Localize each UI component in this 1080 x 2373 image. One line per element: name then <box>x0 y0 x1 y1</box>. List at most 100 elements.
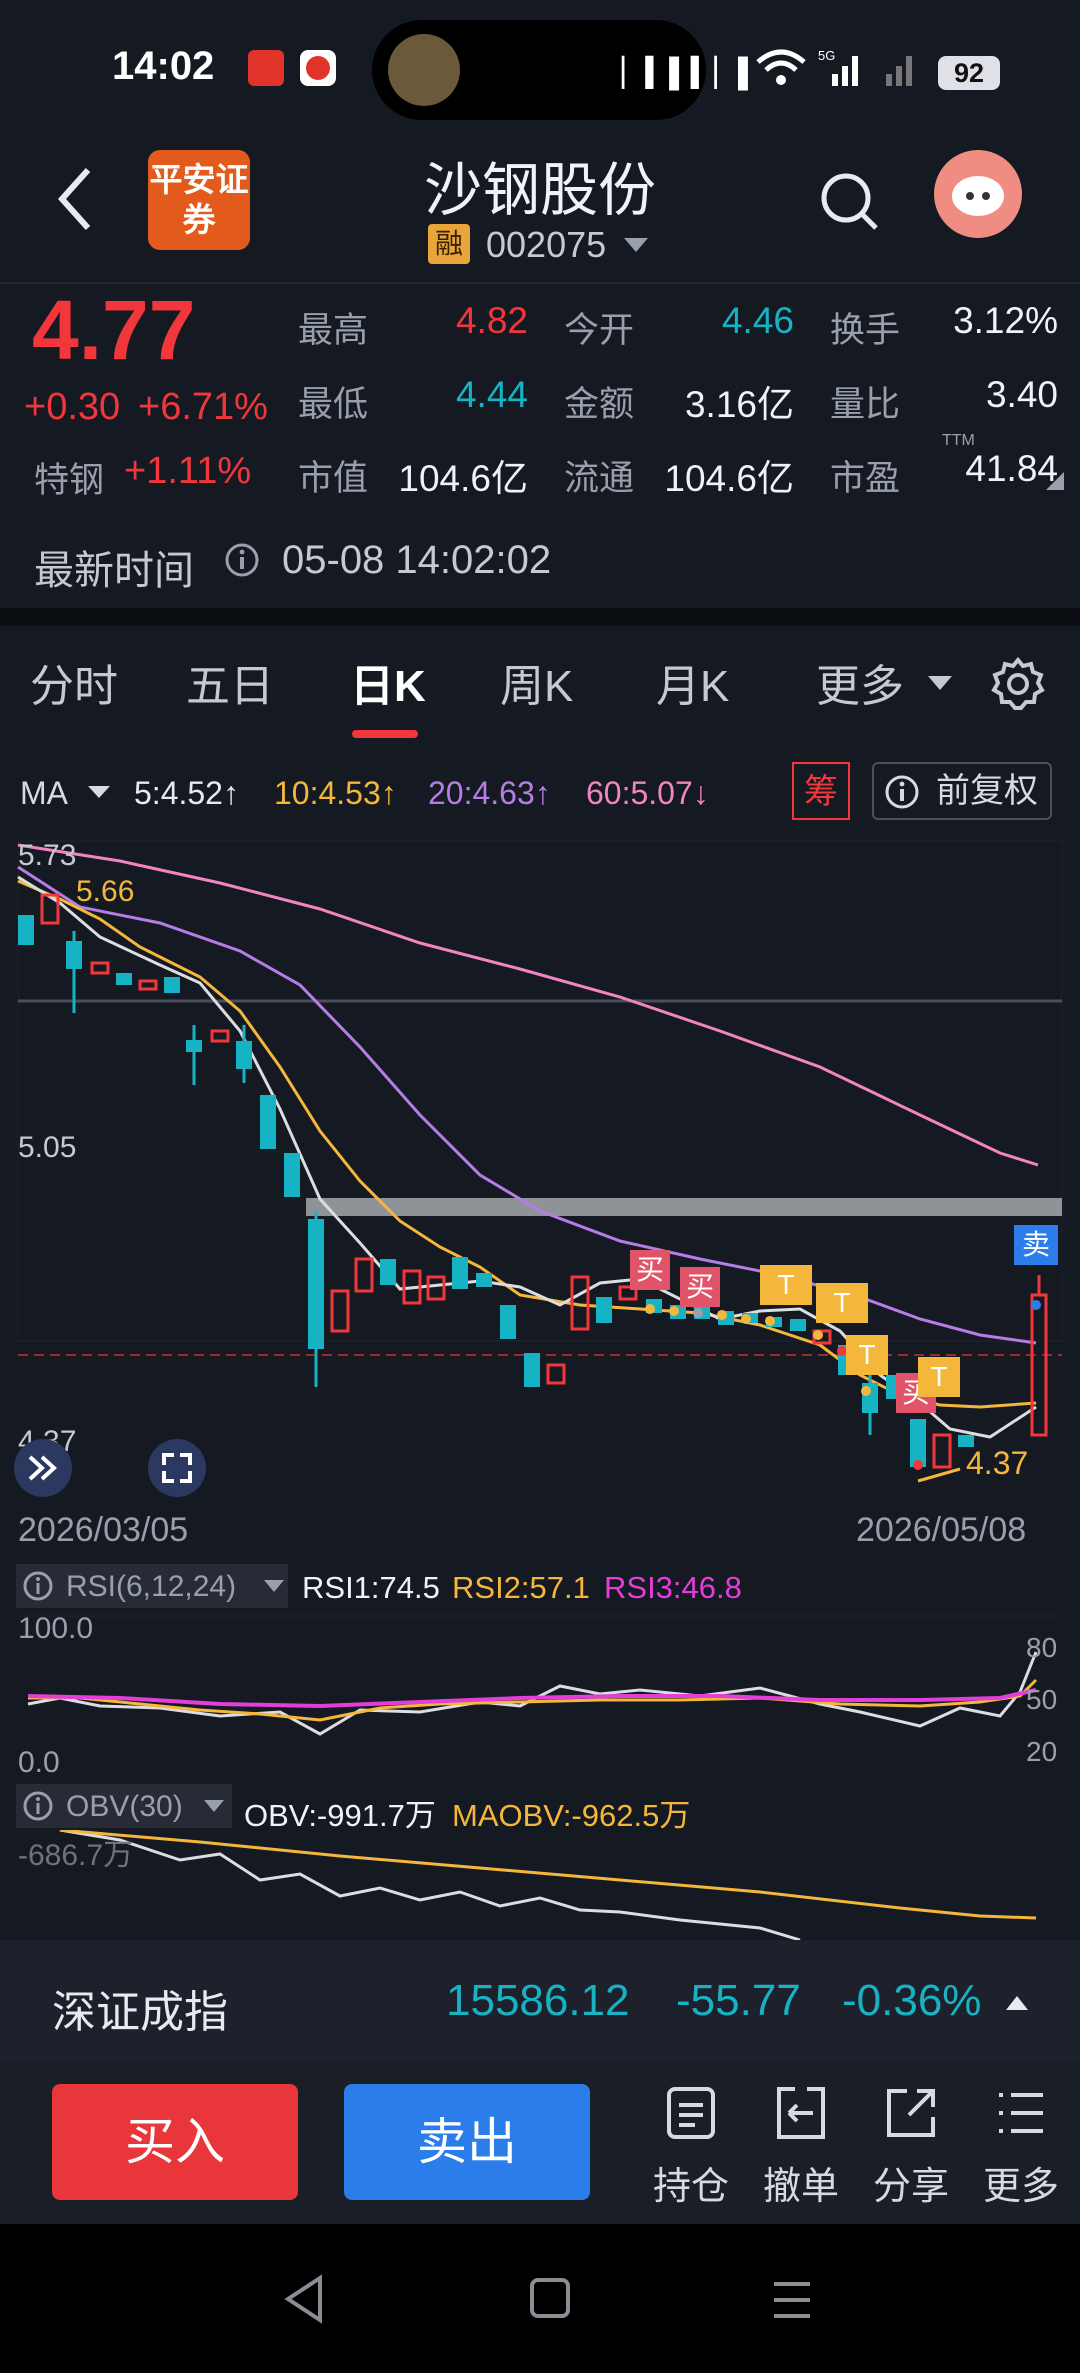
tab-intraday[interactable]: 分时 <box>30 650 118 714</box>
bank-app-icon <box>248 50 284 86</box>
clock: 14:02 <box>112 44 215 88</box>
buy-button[interactable]: 买入 <box>52 2084 298 2200</box>
fullscreen-icon[interactable] <box>148 1439 206 1497</box>
share-button[interactable]: 分享 <box>866 2085 956 2210</box>
code-dropdown-icon[interactable] <box>622 236 650 259</box>
t-signal-tag[interactable]: T <box>760 1265 812 1305</box>
rsi-level-50: 50 <box>1026 1684 1058 1715</box>
holdings-label: 持仓 <box>652 2166 729 2208</box>
quote-label: 最低 <box>298 385 369 424</box>
network-label: 5G <box>818 48 835 63</box>
quote-label: 市值 <box>298 459 369 498</box>
quote-label: 换手 <box>830 311 901 350</box>
quote-label: 流通 <box>564 459 635 498</box>
quote-label: 金额 <box>564 385 635 424</box>
settings-gear-icon[interactable] <box>990 656 1046 717</box>
signal-sim2-icon <box>878 48 922 93</box>
nav-home-icon[interactable] <box>528 2276 572 2325</box>
quote-label: 量比 <box>830 385 901 424</box>
rsi3-value: RSI3:46.8 <box>604 1570 742 1605</box>
rsi-level-80: 80 <box>1026 1632 1058 1663</box>
latest-time: 05-08 14:02:02 <box>282 538 552 582</box>
adjust-info-icon <box>884 774 920 815</box>
sell-button[interactable]: 卖出 <box>344 2084 590 2200</box>
share-label: 分享 <box>872 2166 949 2208</box>
status-bar: 14:02 ▏▍▌▍▏▌ 5G 92 <box>0 0 1080 140</box>
quote-grid: 最高 4.82 今开 4.46 换手 3.12% 最低 4.44 金额 3.16… <box>298 300 1068 500</box>
quote-value: 104.6亿 <box>664 458 794 499</box>
date-end: 2026/05/08 <box>856 1511 1027 1549</box>
collapse-sidebar-icon[interactable] <box>14 1439 72 1497</box>
more-actions-button[interactable]: 更多 <box>976 2085 1066 2210</box>
rsi1-value: RSI1:74.5 <box>302 1570 440 1605</box>
dynamic-island: ▏▍▌▍▏▌ <box>372 20 758 120</box>
rsi-info-icon <box>22 1570 54 1607</box>
video-app-icon <box>300 50 336 86</box>
stock-code[interactable]: 002075 <box>486 224 606 266</box>
info-icon[interactable] <box>224 542 260 583</box>
quote-label: 今开 <box>564 311 635 350</box>
tab-more[interactable]: 更多 <box>816 650 904 714</box>
date-start: 2026/03/05 <box>18 1511 189 1549</box>
cancel-order-button[interactable]: 撤单 <box>756 2085 846 2210</box>
quote-value: 41.84 <box>965 448 1058 489</box>
ma60-value: 60:5.07↓ <box>586 775 709 811</box>
holdings-button[interactable]: 持仓 <box>646 2085 736 2210</box>
index-name: 深证成指 <box>52 1988 228 2037</box>
nav-back-icon[interactable] <box>282 2274 326 2329</box>
chip-distribution-button[interactable]: 筹 <box>792 762 850 820</box>
ma5-value: 5:4.52↑ <box>134 775 239 811</box>
obv-dropdown-icon[interactable] <box>202 1798 226 1819</box>
quote-label: 最高 <box>298 311 369 350</box>
tab-daily-k[interactable]: 日K <box>350 650 426 714</box>
maobv-value: MAOBV:-962.5万 <box>452 1798 691 1833</box>
active-tab-indicator <box>352 730 418 738</box>
wifi-icon <box>756 48 806 93</box>
t-signal-tag[interactable]: T <box>816 1283 868 1323</box>
obv-info-icon <box>22 1790 54 1827</box>
ma-label[interactable]: MA <box>20 775 68 812</box>
kline-chart[interactable]: 5.73 5.66 5.05 4.37 4.37 买 买 T T T 买 T 卖… <box>0 835 1080 1549</box>
obv-chart[interactable]: -686.7万 <box>0 1830 1080 1940</box>
quote-value: 4.44 <box>455 374 528 415</box>
expand-up-icon[interactable] <box>1004 1994 1030 2017</box>
obv-value: OBV:-991.7万 <box>244 1798 436 1833</box>
assistant-avatar[interactable] <box>934 150 1022 238</box>
latest-time-label: 最新时间 <box>34 549 194 593</box>
t-signal-tag[interactable]: T <box>846 1335 888 1375</box>
current-price: 4.77 <box>32 283 196 377</box>
market-index-bar[interactable]: 深证成指 15586.12 -55.77 -0.36% <box>0 1940 1080 2062</box>
cancel-order-label: 撤单 <box>762 2166 839 2208</box>
more-dropdown-icon[interactable] <box>926 674 954 697</box>
tab-weekly-k[interactable]: 周K <box>500 650 573 714</box>
rsi2-value: RSI2:57.1 <box>452 1570 590 1605</box>
ma20-value: 20:4.63↑ <box>428 775 551 811</box>
quote-label: 市盈 <box>830 459 901 498</box>
nav-recents-icon[interactable] <box>770 2278 814 2327</box>
quote-value: 4.82 <box>455 300 528 341</box>
sell-signal-tag[interactable]: 卖 <box>1014 1225 1058 1265</box>
index-value: 15586.12 <box>446 1976 630 2025</box>
rsi-axis-bottom: 0.0 <box>18 1746 60 1779</box>
battery-indicator: 92 <box>938 56 1000 90</box>
ma10-value: 10:4.53↑ <box>274 775 397 811</box>
rsi-chart[interactable]: 100.0 0.0 80 50 20 <box>0 1612 1080 1782</box>
ma-dropdown-icon[interactable] <box>86 784 112 805</box>
rsi-dropdown-icon[interactable] <box>262 1578 286 1599</box>
t-signal-tag[interactable]: T <box>918 1357 960 1397</box>
quote-value: 104.6亿 <box>398 458 528 499</box>
buy-signal-tag[interactable]: 买 <box>630 1250 670 1290</box>
tab-five-day[interactable]: 五日 <box>186 650 274 714</box>
tab-monthly-k[interactable]: 月K <box>656 650 729 714</box>
candles <box>18 893 1048 1469</box>
corner-expand-icon[interactable] <box>1046 472 1064 495</box>
system-nav-bar <box>0 2224 1080 2373</box>
buy-signal-tag[interactable]: 买 <box>680 1267 720 1307</box>
index-change-pct: -0.36% <box>842 1976 982 2025</box>
rsi-axis-top: 100.0 <box>18 1612 94 1645</box>
sector-name[interactable]: 特钢 <box>34 452 104 503</box>
menu-list-icon <box>976 2085 1066 2145</box>
quote-value: 3.12% <box>953 300 1058 341</box>
price-change-pct: +6.71% <box>138 386 268 428</box>
price-axis-mid: 5.05 <box>18 1131 77 1164</box>
